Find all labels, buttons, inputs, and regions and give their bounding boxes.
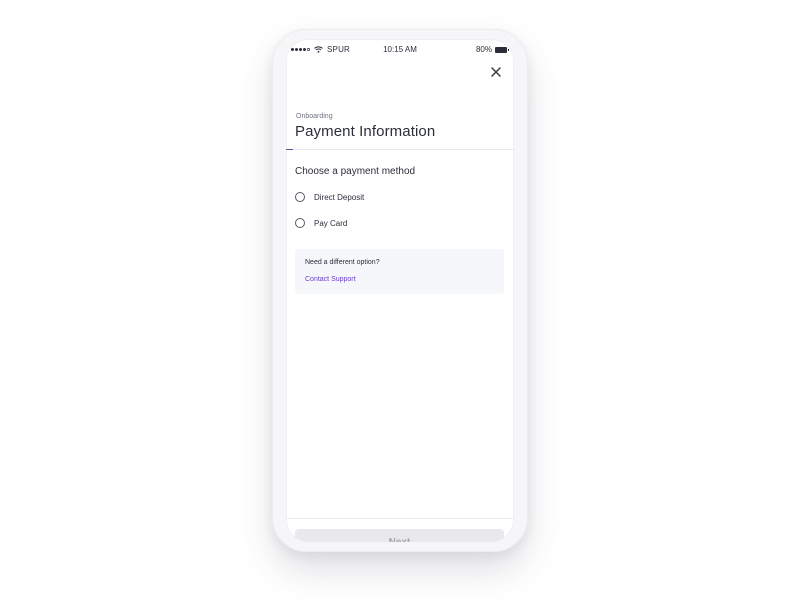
progress-bar — [286, 149, 514, 150]
help-text: Need a different option? — [305, 259, 380, 266]
progress-fill — [286, 149, 293, 150]
status-bar: SPUR 10:15 AM 80% — [286, 39, 514, 59]
battery-percent: 80% — [475, 45, 492, 54]
payment-method-question: Choose a payment method — [295, 166, 416, 177]
footer-divider — [286, 518, 514, 519]
radio-label: Direct Deposit — [314, 192, 365, 202]
battery-icon — [495, 46, 509, 53]
close-button[interactable] — [488, 64, 504, 80]
close-icon — [491, 67, 501, 77]
radio-button[interactable] — [295, 192, 305, 202]
phone-frame: SPUR 10:15 AM 80% Onboarding Payment Inf… — [272, 29, 528, 552]
breadcrumb-overline: Onboarding — [296, 113, 333, 120]
radio-option-pay-card[interactable]: Pay Card — [295, 216, 347, 230]
help-card: Need a different option? Contact Support — [295, 249, 504, 294]
stage: SPUR 10:15 AM 80% Onboarding Payment Inf… — [0, 0, 800, 600]
radio-option-direct-deposit[interactable]: Direct Deposit — [295, 190, 364, 204]
radio-label: Pay Card — [314, 218, 348, 228]
phone-screen: SPUR 10:15 AM 80% Onboarding Payment Inf… — [286, 39, 514, 542]
next-button[interactable]: Next — [295, 529, 504, 542]
contact-support-link[interactable]: Contact Support — [305, 276, 356, 283]
page-title: Payment Information — [295, 123, 436, 140]
status-right: 80% — [475, 45, 509, 54]
radio-button[interactable] — [295, 218, 305, 228]
